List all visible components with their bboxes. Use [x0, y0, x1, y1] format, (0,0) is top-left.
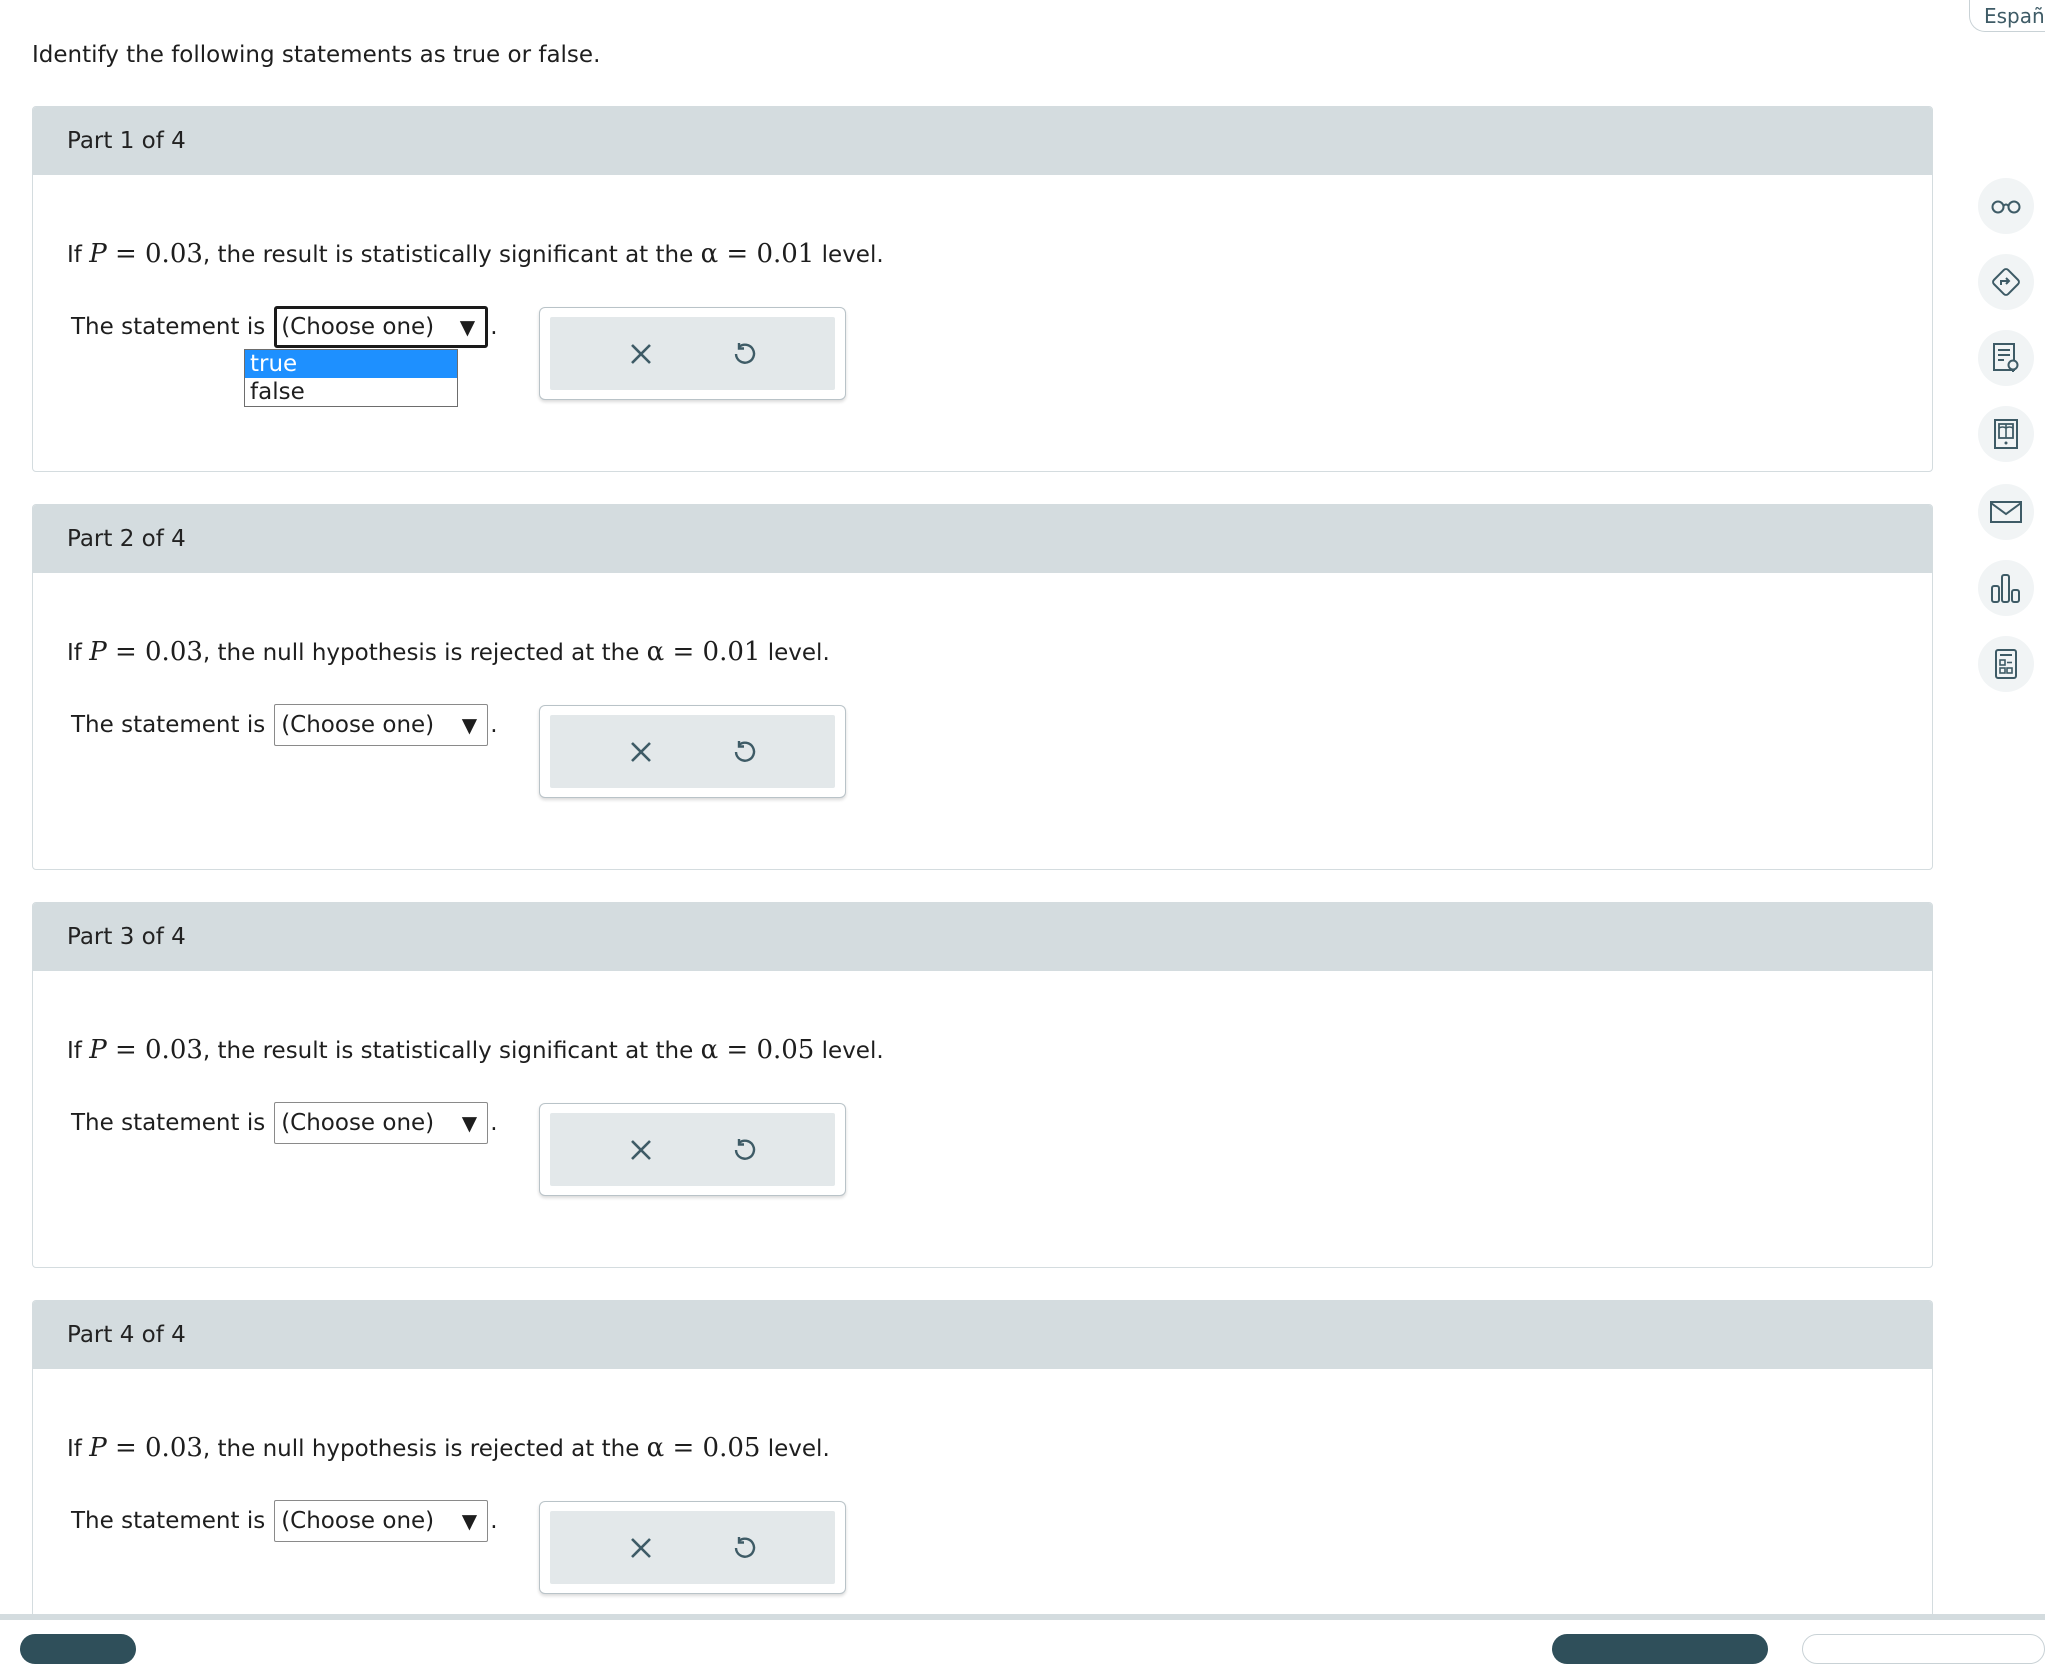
part-4-select[interactable]: (Choose one) ▼ — [274, 1500, 489, 1542]
part-1-dropdown-list: true false — [244, 349, 458, 407]
dropdown-arrow-icon: ▼ — [461, 1111, 478, 1135]
language-toggle[interactable]: Españo — [1969, 0, 2045, 32]
direction-sign-icon — [1992, 268, 2020, 296]
undo-icon — [734, 342, 755, 364]
part-1-answer-row: The statement is (Choose one) ▼ . — [71, 306, 498, 348]
answer-prefix: The statement is — [71, 1110, 266, 1136]
undo-icon — [734, 1536, 755, 1558]
part-3-panel: Part 3 of 4 If P = 0.03, the result is s… — [32, 902, 1933, 1268]
clear-button[interactable] — [621, 1130, 661, 1170]
select-value: (Choose one) — [281, 314, 435, 340]
part-3-question: If P = 0.03, the result is statistically… — [67, 1035, 884, 1065]
part-2-tool-panel — [539, 705, 846, 798]
ebook-icon — [1994, 419, 2018, 449]
notes-button[interactable] — [1978, 330, 2034, 386]
part-1-question: If P = 0.03, the result is statistically… — [67, 239, 884, 269]
part-2-panel: Part 2 of 4 If P = 0.03, the null hypoth… — [32, 504, 1933, 870]
guided-solution-button[interactable] — [1978, 254, 2034, 310]
reader-tool-button[interactable] — [1978, 178, 2034, 234]
part-4-tool-panel — [539, 1501, 846, 1594]
undo-icon — [734, 740, 755, 762]
part-2-select[interactable]: (Choose one) ▼ — [274, 704, 489, 746]
calculator-icon — [1995, 649, 2017, 679]
close-icon — [631, 1139, 652, 1160]
undo-icon — [734, 1138, 755, 1160]
select-value: (Choose one) — [281, 1110, 435, 1136]
part-4-panel: Part 4 of 4 If P = 0.03, the null hypoth… — [32, 1300, 1933, 1640]
close-icon — [631, 1537, 652, 1558]
undo-button[interactable] — [724, 334, 764, 374]
close-icon — [631, 741, 652, 762]
select-value: (Choose one) — [281, 712, 435, 738]
clear-button[interactable] — [621, 1528, 661, 1568]
bottom-primary-button[interactable] — [1552, 1634, 1768, 1664]
part-3-header: Part 3 of 4 — [33, 903, 1932, 971]
part-2-answer-row: The statement is (Choose one) ▼ . — [71, 704, 498, 746]
part-3-tool-panel — [539, 1103, 846, 1196]
bottom-secondary-button[interactable] — [1802, 1634, 2045, 1664]
select-value: (Choose one) — [281, 1508, 435, 1534]
part-3-answer-row: The statement is (Choose one) ▼ . — [71, 1102, 498, 1144]
undo-button[interactable] — [724, 732, 764, 772]
part-4-question: If P = 0.03, the null hypothesis is reje… — [67, 1433, 830, 1463]
dropdown-arrow-icon: ▼ — [461, 1509, 478, 1533]
undo-button[interactable] — [724, 1130, 764, 1170]
part-2-question: If P = 0.03, the null hypothesis is reje… — [67, 637, 830, 667]
instructions: Identify the following statements as tru… — [32, 42, 601, 68]
dropdown-option-false[interactable]: false — [245, 378, 457, 406]
ebook-button[interactable] — [1978, 406, 2034, 462]
language-label: Españo — [1984, 3, 2045, 28]
undo-button[interactable] — [724, 1528, 764, 1568]
answer-prefix: The statement is — [71, 712, 266, 738]
mail-icon — [1990, 501, 2022, 523]
close-icon — [631, 343, 652, 364]
bar-chart-icon — [1991, 574, 2020, 603]
clear-button[interactable] — [621, 334, 661, 374]
dropdown-arrow-icon: ▼ — [461, 713, 478, 737]
part-1-tool-panel — [539, 307, 846, 400]
part-3-select[interactable]: (Choose one) ▼ — [274, 1102, 489, 1144]
part-1-header: Part 1 of 4 — [33, 107, 1932, 175]
part-1-panel: Part 1 of 4 If P = 0.03, the result is s… — [32, 106, 1933, 472]
message-button[interactable] — [1978, 484, 2034, 540]
dropdown-option-true[interactable]: true — [245, 350, 457, 378]
part-2-header: Part 2 of 4 — [33, 505, 1932, 573]
part-4-answer-row: The statement is (Choose one) ▼ . — [71, 1500, 498, 1542]
clear-button[interactable] — [621, 732, 661, 772]
calculator-button[interactable] — [1978, 636, 2034, 692]
part-4-header: Part 4 of 4 — [33, 1301, 1932, 1369]
notes-icon — [1993, 343, 2019, 372]
data-button[interactable] — [1978, 560, 2034, 616]
answer-prefix: The statement is — [71, 1508, 266, 1534]
bottom-left-button[interactable] — [20, 1634, 136, 1664]
answer-prefix: The statement is — [71, 314, 266, 340]
dropdown-arrow-icon: ▼ — [459, 315, 476, 339]
part-1-select[interactable]: (Choose one) ▼ — [274, 306, 489, 348]
glasses-icon — [1991, 200, 2021, 214]
